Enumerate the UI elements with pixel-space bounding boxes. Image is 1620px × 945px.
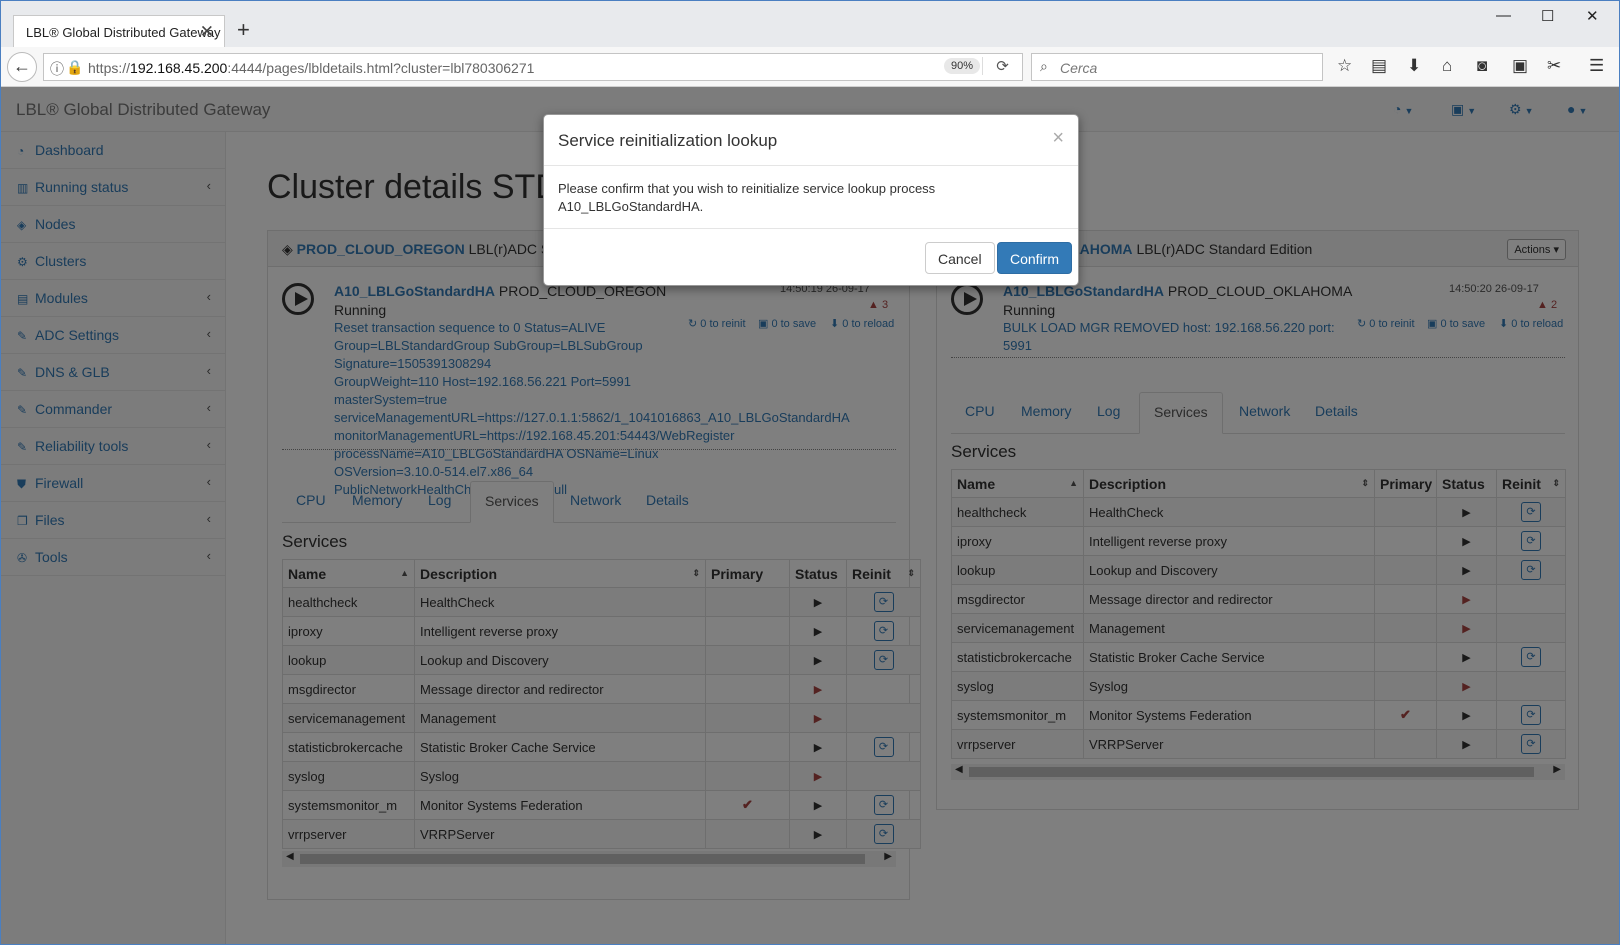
extension-icon[interactable]: ▣ (1512, 56, 1528, 76)
info-icon[interactable]: ⓘ (50, 59, 64, 79)
search-placeholder: Cerca (1060, 60, 1098, 76)
modal-title: Service reinitialization lookup (558, 131, 778, 150)
maximize-icon[interactable]: ☐ (1541, 7, 1554, 25)
browser-navbar: ← ⓘ 🔒 https://192.168.45.200:4444/pages/… (1, 47, 1619, 87)
close-window-icon[interactable]: ✕ (1586, 7, 1599, 25)
close-icon[interactable]: × (1052, 127, 1064, 150)
modal-body-line: Please confirm that you wish to reinitia… (558, 181, 936, 196)
bookmark-star-icon[interactable]: ☆ (1337, 56, 1352, 76)
url-path: :4444/pages/lbldetails.html?cluster=lbl7… (227, 60, 535, 76)
browser-tab[interactable]: LBL® Global Distributed Gateway ✕ (13, 15, 225, 47)
reading-list-icon[interactable]: ▤ (1371, 56, 1387, 76)
cancel-button[interactable]: Cancel (925, 242, 995, 274)
modal-body-line: A10_LBLGoStandardHA. (558, 199, 704, 214)
modal-header: Service reinitialization lookup × (544, 115, 1078, 166)
menu-icon[interactable]: ☰ (1589, 56, 1604, 76)
back-button[interactable]: ← (7, 52, 37, 82)
insecure-lock-icon[interactable]: 🔒 (66, 59, 83, 76)
reload-icon[interactable]: ⟳ (982, 57, 1022, 75)
zoom-badge[interactable]: 90% (944, 58, 981, 74)
close-tab-icon[interactable]: ✕ (200, 22, 214, 42)
pocket-icon[interactable]: ◙ (1477, 56, 1487, 76)
modal-body: Please confirm that you wish to reinitia… (558, 180, 1058, 216)
minimize-icon[interactable]: — (1496, 7, 1511, 24)
confirm-button[interactable]: Confirm (997, 242, 1073, 274)
home-icon[interactable]: ⌂ (1442, 56, 1452, 76)
search-icon: ⌕ (1040, 58, 1048, 74)
new-tab-icon[interactable]: + (237, 17, 250, 43)
url-prefix: https:// (88, 60, 131, 76)
url-host: 192.168.45.200 (130, 60, 228, 76)
modal-footer: Cancel Confirm (544, 228, 1078, 286)
confirm-modal: Service reinitialization lookup × Please… (543, 114, 1079, 286)
browser-tabbar: LBL® Global Distributed Gateway ✕ + — ☐ … (1, 1, 1619, 47)
browser-tab-title: LBL® Global Distributed Gateway (26, 25, 221, 40)
download-icon[interactable]: ⬇ (1407, 56, 1421, 76)
search-input[interactable]: ⌕ Cerca (1031, 53, 1323, 81)
screenshot-icon[interactable]: ✂ (1547, 56, 1561, 76)
browser-window: LBL® Global Distributed Gateway ✕ + — ☐ … (0, 0, 1620, 945)
url-bar[interactable]: ⓘ 🔒 https://192.168.45.200:4444/pages/lb… (43, 53, 1023, 81)
